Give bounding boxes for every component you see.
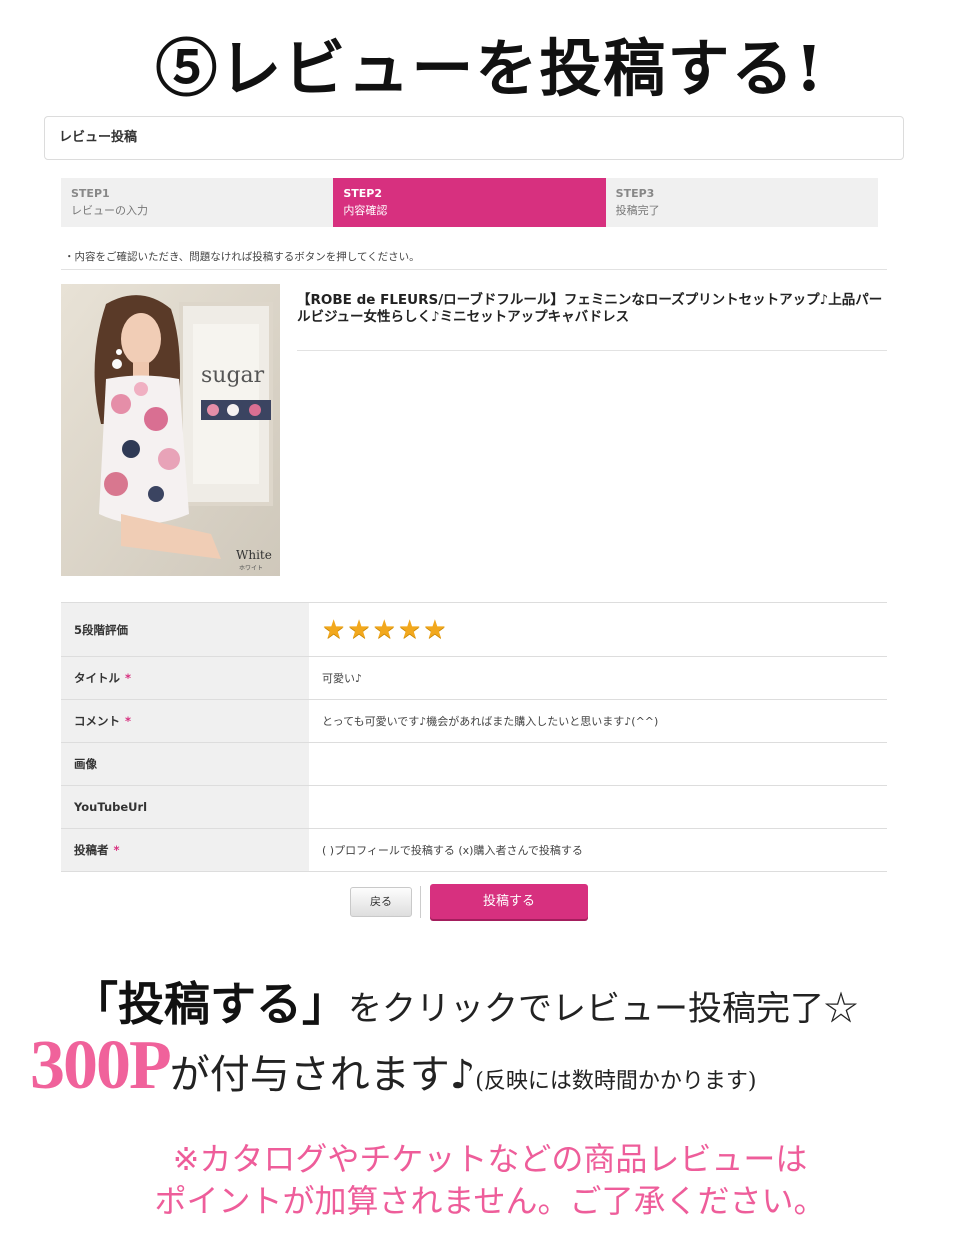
title-label-cell: タイトル * [61,657,309,699]
step-2-number: STEP2 [343,187,382,200]
product-title: 【ROBE de FLEURS/ローブドフルール】フェミニンなローズプリントセッ… [297,292,883,325]
poster-label-cell: 投稿者 * [61,829,309,871]
table-row-title: タイトル * 可愛い♪ [61,657,887,700]
star-icon: ★ [397,614,422,645]
instruction-line: 「投稿する」をクリックでレビュー投稿完了☆ [72,968,972,1034]
image-color-text: White [236,548,272,562]
table-row-rating: 5段階評価 ★ ★ ★ ★ ★ [61,603,887,657]
youtube-value [309,786,887,828]
step-1-label: レビューの入力 [71,204,148,217]
table-row-poster: 投稿者 * ( )プロフィールで投稿する (x)購入者さんで投稿する [61,829,887,872]
divider [297,350,887,351]
image-brand-text: sugar [201,363,265,388]
divider [61,269,887,270]
poster-value: ( )プロフィールで投稿する (x)購入者さんで投稿する [322,844,583,857]
step-3-label: 投稿完了 [615,204,660,217]
confirm-notice: ・内容をご確認いただき、問題なければ投稿するボタンを押してください。 [64,251,420,263]
instruction-text: をクリックでレビュー投稿完了☆ [348,989,858,1029]
youtube-label: YouTubeUrl [61,786,309,828]
table-row-image: 画像 [61,743,887,786]
rating-stars: ★ ★ ★ ★ ★ [309,603,887,656]
review-confirm-table: 5段階評価 ★ ★ ★ ★ ★ タイトル * 可愛い♪ コメント * とっても可愛いです♪機… [61,602,887,872]
step-1-number: STEP1 [71,187,110,200]
star-icon: ★ [322,614,346,645]
page-headline: ⑤レビューを投稿する! [155,32,825,105]
step-3: STEP3 投稿完了 [606,178,878,227]
review-post-panel-title: レビュー投稿 [44,116,904,160]
step-1: STEP1 レビューの入力 [61,178,333,227]
points-line: 300Pが付与されます♪(反映には数時間かかります) [30,1026,970,1106]
image-color-kana-text: ホワイト [239,565,263,572]
star-icon: ★ [347,614,371,645]
points-grant-text: が付与されます♪ [169,1052,476,1098]
poster-label: 投稿者 [74,843,109,857]
exclusion-note-line-1: ※カタログやチケットなどの商品レビューは [172,1140,808,1178]
points-grant-note: (反映には数時間かかります) [475,1069,757,1094]
button-divider [420,886,421,918]
exclusion-note-line-2: ポイントが加算されません。ご了承ください。 [154,1182,826,1220]
step-3-number: STEP3 [615,187,655,200]
comment-value: とっても可愛いです♪機会があればまた購入したいと思います♪(^^) [322,715,659,728]
step-indicator: STEP1 レビューの入力 STEP2 内容確認 STEP3 投稿完了 [61,178,878,227]
star-icon: ★ [423,614,447,645]
title-label: タイトル [74,671,120,685]
title-value: 可愛い♪ [322,672,363,685]
comment-label-cell: コメント * [61,700,309,742]
required-mark: * [113,843,120,857]
rating-label: 5段階評価 [61,603,309,656]
required-mark: * [125,714,132,728]
product-image: sugar White ホワイト [61,284,280,576]
back-button[interactable]: 戻る [350,887,412,917]
table-row-youtube: YouTubeUrl [61,786,887,829]
star-icon: ★ [372,614,396,645]
points-amount: 300P [30,1027,172,1104]
exclusion-note: ※カタログやチケットなどの商品レビューは ポイントが加算されません。ご了承くださ… [0,1138,980,1222]
comment-label: コメント [74,714,120,728]
step-2-label: 内容確認 [343,204,388,217]
required-mark: * [125,671,132,685]
table-row-comment: コメント * とっても可愛いです♪機会があればまた購入したいと思います♪(^^) [61,700,887,743]
image-value [309,743,887,785]
submit-review-button[interactable]: 投稿する [430,884,588,919]
image-label: 画像 [61,743,309,785]
step-2: STEP2 内容確認 [333,178,606,227]
instruction-button-name: 「投稿する」 [72,977,348,1031]
